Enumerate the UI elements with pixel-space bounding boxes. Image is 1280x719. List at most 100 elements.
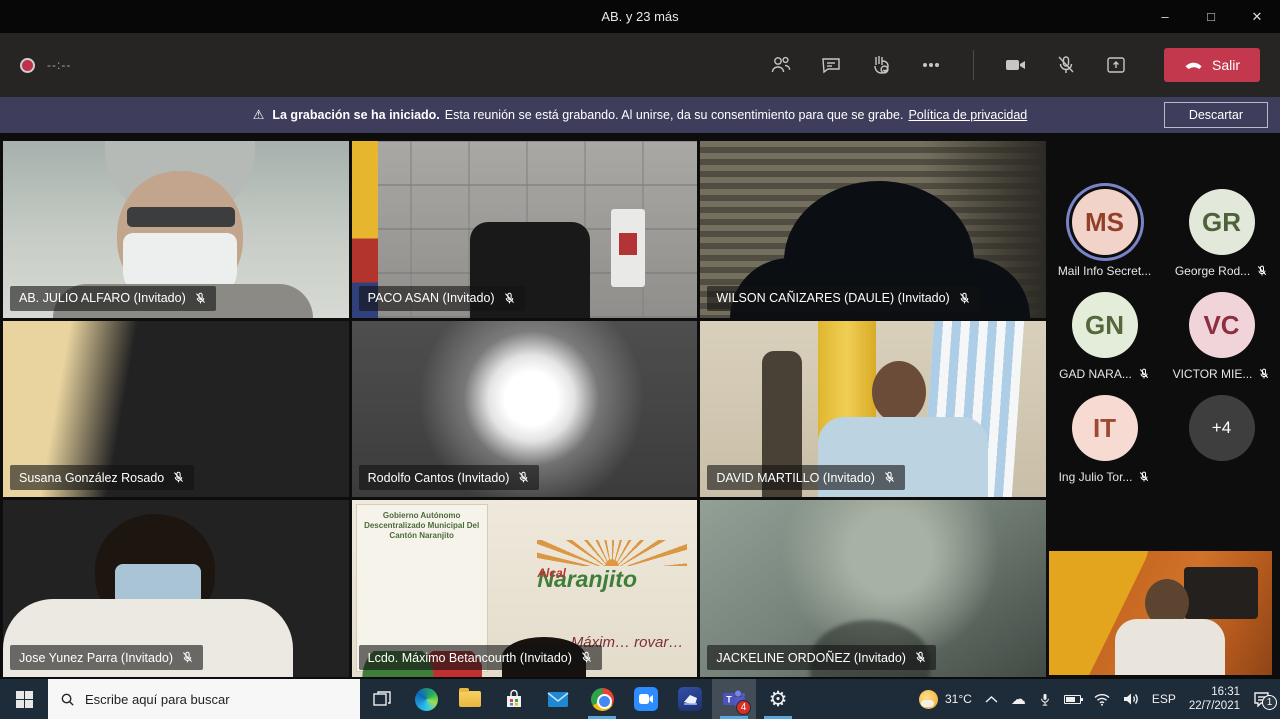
ellipsis-icon: [919, 53, 943, 77]
meeting-stage: AB. JULIO ALFARO (Invitado) PACO ASAN (I…: [0, 133, 1280, 679]
taskbar-app-mail[interactable]: [536, 679, 580, 719]
window-controls: – □ ✕: [1142, 0, 1280, 33]
svg-text:T: T: [726, 695, 732, 705]
close-icon[interactable]: ✕: [1234, 0, 1280, 33]
participant-label: Ing Julio Tor...: [1059, 470, 1133, 484]
participant-name-pill: PACO ASAN (Invitado): [359, 286, 525, 311]
share-screen-icon: [1104, 53, 1128, 77]
mic-off-icon: [517, 471, 530, 484]
mic-off-icon: [1138, 471, 1150, 483]
taskbar-app-store[interactable]: [492, 679, 536, 719]
file-explorer-icon: [459, 691, 481, 707]
notification-badge: 1: [1262, 695, 1277, 710]
teams-notification-badge: 4: [736, 700, 751, 715]
weather-widget[interactable]: 31°C: [919, 690, 972, 709]
hangup-icon: [1184, 60, 1203, 70]
participant-name-pill: AB. JULIO ALFARO (Invitado): [10, 286, 216, 311]
start-button[interactable]: [0, 679, 48, 719]
avatar: GN: [1072, 292, 1138, 358]
banner-title: La grabación se ha iniciado.: [272, 108, 439, 122]
task-view-button[interactable]: [360, 679, 404, 719]
participant-name-pill: Susana González Rosado: [10, 465, 194, 490]
keyboard-language[interactable]: ESP: [1152, 692, 1176, 706]
mic-off-icon: [1258, 368, 1270, 380]
mic-off-icon: [914, 651, 927, 664]
store-icon: [504, 689, 524, 709]
participant-overflow[interactable]: +4: [1167, 395, 1277, 498]
taskbar-app-edge[interactable]: [404, 679, 448, 719]
dismiss-banner-button[interactable]: Descartar: [1164, 102, 1268, 128]
scene-logo: Naranjito Alcal: [537, 540, 687, 566]
video-tile-susana-gonzalez[interactable]: Susana González Rosado: [3, 321, 349, 498]
onedrive-cloud-icon[interactable]: ☁: [1011, 690, 1026, 708]
tray-chevron-up-icon[interactable]: [985, 695, 998, 703]
video-tile-wilson-canizares[interactable]: WILSON CAÑIZARES (DAULE) (Invitado): [700, 141, 1046, 318]
avatar: VC: [1189, 292, 1255, 358]
mic-off-icon: [958, 292, 971, 305]
taskbar-app-chrome[interactable]: [580, 679, 624, 719]
mute-button[interactable]: [1048, 47, 1084, 83]
battery-icon[interactable]: [1064, 695, 1081, 704]
mic-off-icon: [503, 292, 516, 305]
taskbar-app-zoom[interactable]: [624, 679, 668, 719]
taskbar-app-scanner[interactable]: [668, 679, 712, 719]
participant-name: Jose Yunez Parra (Invitado): [19, 651, 173, 665]
video-tile-jackeline-ordonez[interactable]: JACKELINE ORDOÑEZ (Invitado): [700, 500, 1046, 677]
participant-avatar-gr[interactable]: GR George Rod...: [1167, 189, 1277, 292]
warning-icon: ⚠: [253, 107, 265, 123]
action-center-button[interactable]: 1: [1253, 691, 1270, 707]
video-tile-rodolfo-cantos[interactable]: Rodolfo Cantos (Invitado): [352, 321, 698, 498]
minimize-icon[interactable]: –: [1142, 0, 1188, 33]
leave-button[interactable]: Salir: [1164, 48, 1260, 82]
participant-avatar-gn[interactable]: GN GAD NARA...: [1050, 292, 1160, 395]
taskbar-app-settings[interactable]: ⚙: [756, 679, 800, 719]
clock-time: 16:31: [1211, 686, 1240, 698]
raise-hand-icon: [869, 53, 893, 77]
window-titlebar: AB. y 23 más – □ ✕: [0, 0, 1280, 33]
avatar: IT: [1072, 395, 1138, 461]
meeting-toolbar: --:--: [0, 33, 1280, 97]
teams-meeting-window: AB. y 23 más – □ ✕ --:--: [0, 0, 1280, 719]
video-tile-julio-alfaro[interactable]: AB. JULIO ALFARO (Invitado): [3, 141, 349, 318]
mic-off-icon: [172, 471, 185, 484]
participants-button[interactable]: [763, 47, 799, 83]
settings-gear-icon: ⚙: [769, 689, 788, 710]
video-tile-david-martillo[interactable]: DAVID MARTILLO (Invitado): [700, 321, 1046, 498]
scanner-app-icon: [678, 687, 702, 711]
self-video-tile[interactable]: [1049, 551, 1272, 675]
volume-icon[interactable]: [1123, 692, 1139, 706]
video-tile-paco-asan[interactable]: PACO ASAN (Invitado): [352, 141, 698, 318]
video-feed-decor: [1115, 619, 1225, 675]
video-tile-jose-yunez[interactable]: Jose Yunez Parra (Invitado): [3, 500, 349, 677]
reactions-button[interactable]: [863, 47, 899, 83]
participant-name-pill: DAVID MARTILLO (Invitado): [707, 465, 905, 490]
more-options-button[interactable]: [913, 47, 949, 83]
recording-indicator: --:--: [20, 58, 71, 73]
chat-button[interactable]: [813, 47, 849, 83]
mic-off-icon: [1054, 53, 1078, 77]
participant-name: Susana González Rosado: [19, 471, 164, 485]
windows-taskbar: Escribe aquí para buscar: [0, 679, 1280, 719]
participant-name: JACKELINE ORDOÑEZ (Invitado): [716, 651, 906, 665]
toolbar-divider: [973, 50, 974, 80]
taskbar-app-teams[interactable]: T 4: [712, 679, 756, 719]
participant-label: GAD NARA...: [1059, 367, 1132, 381]
camera-icon: [1003, 53, 1029, 77]
taskbar-clock[interactable]: 16:31 22/7/2021: [1189, 685, 1240, 713]
video-tile-maximo-betancourth[interactable]: Gobierno Autónomo Descentralizado Munici…: [352, 500, 698, 677]
zoom-icon: [634, 687, 658, 711]
mail-icon: [547, 691, 569, 708]
participant-avatar-it[interactable]: IT Ing Julio Tor...: [1050, 395, 1160, 498]
taskbar-search-input[interactable]: Escribe aquí para buscar: [48, 679, 360, 719]
taskbar-app-file-explorer[interactable]: [448, 679, 492, 719]
participant-label: George Rod...: [1175, 264, 1250, 278]
participant-name: Lcdo. Máximo Betancourth (Invitado): [368, 651, 572, 665]
maximize-icon[interactable]: □: [1188, 0, 1234, 33]
privacy-policy-link[interactable]: Política de privacidad: [908, 108, 1027, 122]
wifi-icon[interactable]: [1094, 693, 1110, 706]
participant-avatar-ms[interactable]: MS Mail Info Secret...: [1050, 189, 1160, 292]
camera-button[interactable]: [998, 47, 1034, 83]
participant-avatar-vc[interactable]: VC VICTOR MIE...: [1167, 292, 1277, 395]
tray-mic-icon[interactable]: [1039, 692, 1051, 707]
share-button[interactable]: [1098, 47, 1134, 83]
